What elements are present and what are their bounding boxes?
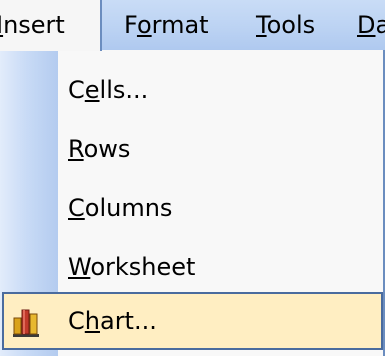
menu-item-rows-label: Rows [68, 135, 131, 163]
menu-insert-label: Insert [0, 11, 65, 39]
menu-item-chart[interactable]: Chart... [2, 292, 383, 350]
chart-icon [13, 309, 39, 337]
menu-item-cells[interactable]: Cells... [0, 60, 383, 120]
excel-insert-menu-screenshot: Insert Format Tools Da Cells... Rows Col… [0, 0, 385, 356]
insert-dropdown-menu: Cells... Rows Columns Worksheet Chart... [0, 50, 385, 356]
menu-item-cells-label: Cells... [68, 76, 149, 104]
menu-tools[interactable]: Tools [256, 0, 315, 50]
menu-item-columns-label: Columns [68, 194, 173, 222]
menu-item-columns[interactable]: Columns [0, 178, 383, 238]
menu-bar: Insert Format Tools Da [0, 0, 385, 51]
menu-data[interactable]: Da [357, 0, 385, 50]
menu-format[interactable]: Format [124, 0, 209, 50]
menu-item-chart-label: Chart... [68, 307, 157, 335]
menu-item-worksheet[interactable]: Worksheet [0, 237, 383, 297]
menu-item-worksheet-label: Worksheet [68, 253, 196, 281]
menu-item-rows[interactable]: Rows [0, 119, 383, 179]
menu-insert[interactable]: Insert [0, 0, 102, 51]
